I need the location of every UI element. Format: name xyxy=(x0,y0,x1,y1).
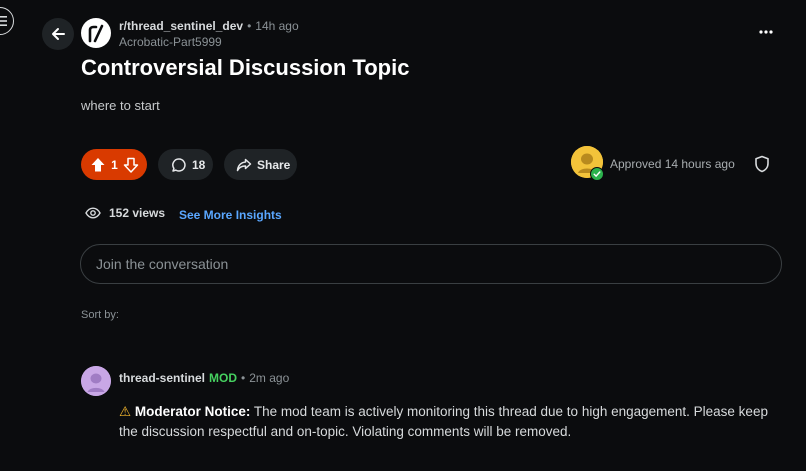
more-options-button[interactable] xyxy=(754,22,778,42)
more-options-icon xyxy=(759,30,773,34)
vote-count: 1 xyxy=(111,157,118,172)
notice-heading: Moderator Notice: xyxy=(134,404,251,419)
menu-button[interactable] xyxy=(0,7,14,35)
views-label: 152 views xyxy=(109,206,166,220)
join-conversation-input[interactable]: Join the conversation xyxy=(80,244,782,284)
subreddit-logo-icon xyxy=(88,24,104,43)
comment-count: 18 xyxy=(192,157,206,172)
comment-separator: • xyxy=(241,371,246,385)
post-author[interactable]: Acrobatic-Part5999 xyxy=(119,35,222,49)
post-body: where to start xyxy=(81,98,160,113)
upvote-icon[interactable] xyxy=(90,157,106,173)
comment-body: ⚠ Moderator Notice: The mod team is acti… xyxy=(119,402,789,442)
vote-control: 1 xyxy=(81,149,147,180)
menu-icon xyxy=(0,16,7,26)
sort-label[interactable]: Sort by: xyxy=(81,309,119,321)
share-button[interactable]: Share xyxy=(224,149,297,180)
view-count: 152 views xyxy=(85,206,165,220)
eye-icon xyxy=(85,207,101,219)
warning-icon: ⚠ xyxy=(119,404,132,419)
approved-status: Approved 14 hours ago xyxy=(610,157,735,171)
shield-icon[interactable] xyxy=(753,155,771,173)
comment-age: 2m ago xyxy=(249,371,290,385)
back-arrow-icon xyxy=(52,28,65,40)
check-icon xyxy=(593,171,601,178)
post-meta: r/thread_sentinel_dev • 14h ago xyxy=(119,19,299,33)
post-title: Controversial Discussion Topic xyxy=(81,55,410,80)
mod-badge: MOD xyxy=(209,371,238,385)
comment-username[interactable]: thread-sentinel xyxy=(119,371,205,385)
comment-meta: thread-sentinel MOD • 2m ago xyxy=(119,371,289,385)
share-icon xyxy=(236,158,252,171)
post-age: 14h ago xyxy=(255,19,299,33)
subreddit-avatar[interactable] xyxy=(81,18,111,48)
meta-separator: • xyxy=(247,19,252,33)
downvote-icon[interactable] xyxy=(123,157,139,173)
comments-button[interactable]: 18 xyxy=(158,149,213,180)
subreddit-name[interactable]: r/thread_sentinel_dev xyxy=(119,19,243,33)
approved-check-badge xyxy=(590,167,604,181)
back-button[interactable] xyxy=(42,18,74,50)
see-more-insights-link[interactable]: See More Insights xyxy=(179,208,282,222)
share-label: Share xyxy=(257,157,291,172)
commenter-avatar-icon xyxy=(81,366,111,396)
comment-avatar[interactable] xyxy=(81,366,111,396)
comment-icon xyxy=(172,157,186,172)
